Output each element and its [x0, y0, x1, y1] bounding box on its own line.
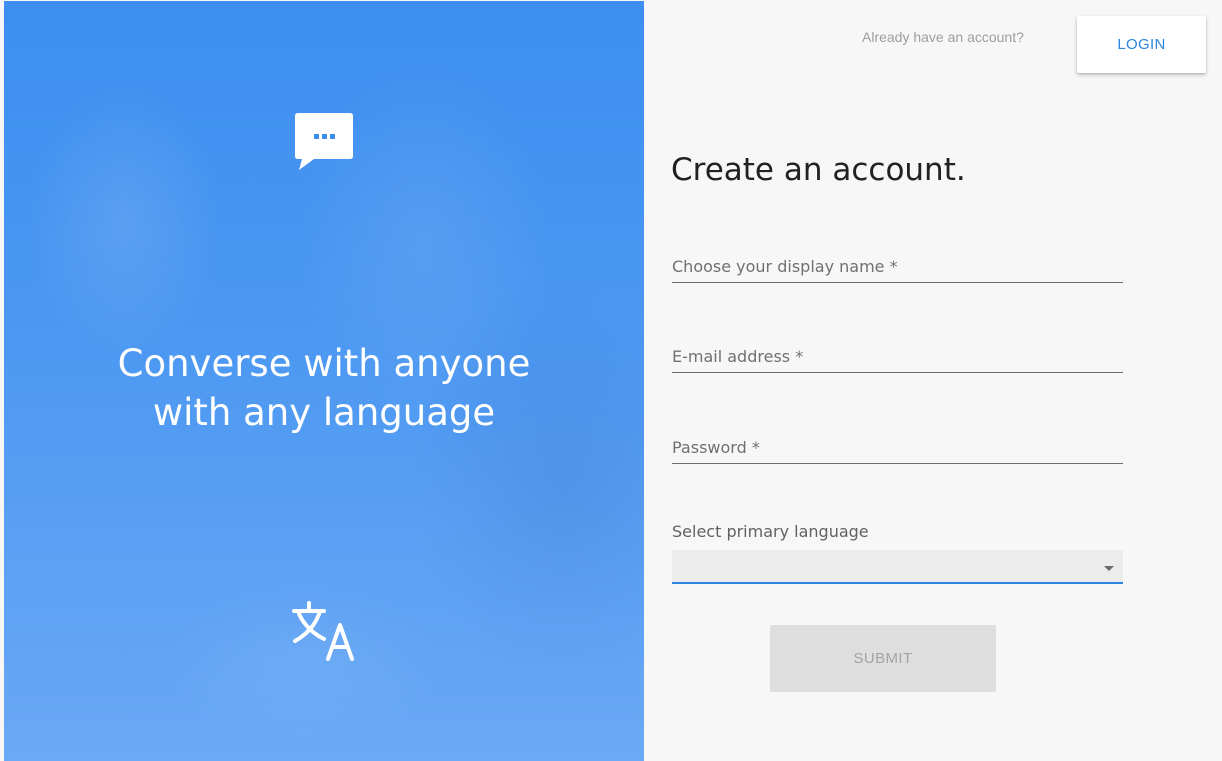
language-select-label: Select primary language [672, 522, 869, 541]
password-field[interactable]: Password * [672, 434, 1123, 464]
display-name-label: Choose your display name * [672, 257, 898, 276]
hero-tagline-line1: Converse with anyone [117, 342, 531, 385]
hero-panel: Converse with anyone with any language [4, 1, 644, 761]
display-name-field[interactable]: Choose your display name * [672, 253, 1123, 283]
dropdown-caret-icon[interactable] [1104, 566, 1114, 571]
hero-tagline: Converse with anyone with any language [4, 339, 644, 437]
language-select[interactable] [672, 550, 1123, 584]
hero-tagline-line2: with any language [152, 391, 496, 434]
already-have-account-text: Already have an account? [862, 29, 1024, 45]
email-field[interactable]: E-mail address * [672, 343, 1123, 373]
password-label: Password * [672, 438, 760, 457]
page-title: Create an account. [671, 152, 966, 188]
email-label: E-mail address * [672, 347, 804, 366]
chat-bubble-icon [295, 113, 353, 170]
login-button[interactable]: LOGIN [1077, 16, 1206, 73]
translate-icon [292, 601, 354, 661]
submit-button[interactable]: SUBMIT [770, 625, 996, 692]
